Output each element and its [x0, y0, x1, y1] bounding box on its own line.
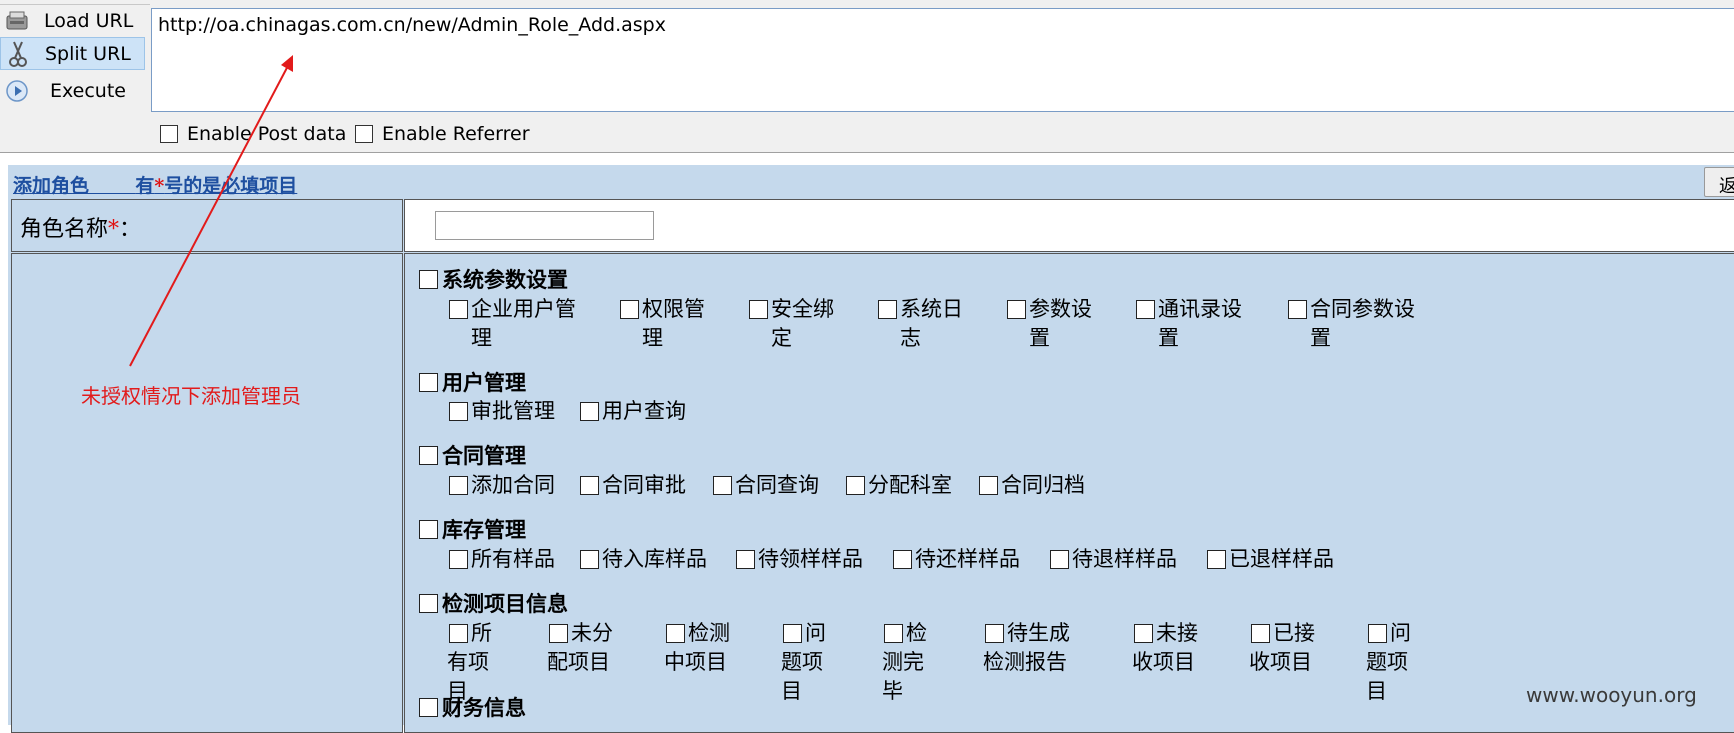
perm-group-system-params[interactable]: 系统参数设置 [419, 264, 568, 294]
group-label: 系统参数设置 [442, 267, 568, 292]
permissions-label-cell [11, 253, 403, 733]
role-add-form: 添加角色 有*号的是必填项目 返 角色名称*： 系统参数设置 企业用户管理 权限… [8, 165, 1734, 733]
group-label: 用户管理 [442, 370, 526, 395]
perm-group-test-items[interactable]: 检测项目信息 [419, 588, 568, 618]
item-checkbox[interactable] [449, 476, 468, 495]
watermark: www.wooyun.org [1526, 683, 1697, 707]
item-checkbox[interactable] [580, 476, 599, 495]
perm-item[interactable]: 合同参数设置 [1288, 295, 1438, 353]
enable-post-checkbox[interactable]: Enable Post data [160, 123, 346, 145]
item-checkbox[interactable] [580, 550, 599, 569]
role-name-cell [404, 199, 1734, 252]
perm-item[interactable]: 已退样样品 [1207, 545, 1334, 574]
checkbox-box[interactable] [160, 125, 178, 143]
play-icon [0, 76, 34, 106]
execute-button[interactable]: Execute [0, 74, 145, 107]
item-checkbox[interactable] [449, 300, 468, 319]
back-button[interactable]: 返 [1704, 167, 1734, 197]
perm-item[interactable]: 安全绑定 [749, 295, 849, 353]
group-label: 财务信息 [442, 695, 526, 720]
perm-item[interactable]: 分配科室 [846, 471, 952, 500]
item-checkbox[interactable] [749, 300, 768, 319]
role-name-label: 角色名称*： [11, 199, 403, 252]
group-label: 检测项目信息 [442, 591, 568, 616]
perm-item[interactable]: 未分配项目 [547, 619, 615, 677]
enable-referrer-label: Enable Referrer [382, 123, 530, 145]
group-checkbox[interactable] [419, 269, 438, 289]
item-checkbox[interactable] [846, 476, 865, 495]
perm-group-contract-mgmt[interactable]: 合同管理 [419, 440, 526, 470]
perm-item[interactable]: 检测完毕 [882, 619, 930, 706]
item-checkbox[interactable] [979, 476, 998, 495]
group-checkbox[interactable] [419, 445, 438, 465]
item-checkbox[interactable] [1050, 550, 1069, 569]
execute-label: Execute [50, 79, 126, 102]
url-textarea[interactable]: http://oa.chinagas.com.cn/new/Admin_Role… [151, 8, 1734, 112]
perm-item[interactable]: 企业用户管理 [449, 295, 589, 353]
item-checkbox[interactable] [1136, 300, 1155, 319]
scissors-icon [1, 39, 35, 69]
hackbar-toolbar: Load URL Split URL Execute http://oa.chi… [0, 0, 1734, 153]
perm-item[interactable]: 问题项目 [1366, 619, 1414, 706]
perm-item[interactable]: 系统日志 [878, 295, 978, 353]
item-checkbox[interactable] [1207, 550, 1226, 569]
group-checkbox[interactable] [419, 697, 438, 717]
group-checkbox[interactable] [419, 593, 438, 613]
perm-item[interactable]: 添加合同 [449, 471, 555, 500]
perm-item[interactable]: 未接收项目 [1132, 619, 1200, 677]
role-name-input[interactable] [435, 211, 654, 240]
perm-item[interactable]: 所有样品 [449, 545, 555, 574]
perm-item[interactable]: 待领样样品 [736, 545, 863, 574]
perm-item[interactable]: 合同审批 [580, 471, 686, 500]
item-checkbox[interactable] [878, 300, 897, 319]
perm-item[interactable]: 参数设置 [1007, 295, 1107, 353]
perm-item[interactable]: 审批管理 [449, 397, 555, 426]
item-checkbox[interactable] [449, 550, 468, 569]
group-label: 库存管理 [442, 517, 526, 542]
annotation-text: 未授权情况下添加管理员 [81, 384, 301, 408]
group-label: 合同管理 [442, 443, 526, 468]
item-checkbox[interactable] [1007, 300, 1026, 319]
perm-group-inventory-mgmt[interactable]: 库存管理 [419, 514, 526, 544]
required-note: 有*号的是必填项目 [135, 175, 298, 197]
perm-item[interactable]: 检测中项目 [664, 619, 732, 677]
perm-item[interactable]: 通讯录设置 [1136, 295, 1266, 353]
perm-item[interactable]: 待退样样品 [1050, 545, 1177, 574]
perm-item[interactable]: 合同归档 [979, 471, 1085, 500]
checkbox-box[interactable] [355, 125, 373, 143]
page-title[interactable]: 添加角色 [13, 175, 89, 197]
load-url-label: Load URL [44, 9, 134, 32]
item-checkbox[interactable] [620, 300, 639, 319]
item-checkbox[interactable] [893, 550, 912, 569]
item-checkbox[interactable] [713, 476, 732, 495]
load-url-button[interactable]: Load URL [0, 4, 145, 37]
perm-item[interactable]: 权限管理 [620, 295, 720, 353]
split-url-label: Split URL [45, 42, 131, 65]
group-checkbox[interactable] [419, 372, 438, 392]
perm-item[interactable]: 待还样样品 [893, 545, 1020, 574]
item-checkbox[interactable] [1288, 300, 1307, 319]
perm-item[interactable]: 用户查询 [580, 397, 686, 426]
perm-item[interactable]: 问题项目 [781, 619, 829, 706]
group-checkbox[interactable] [419, 519, 438, 539]
perm-item[interactable]: 待入库样品 [580, 545, 707, 574]
perm-item[interactable]: 待生成检测报告 [983, 619, 1079, 677]
perm-group-finance[interactable]: 财务信息 [419, 692, 526, 722]
item-checkbox[interactable] [580, 402, 599, 421]
item-checkbox[interactable] [449, 402, 468, 421]
permissions-cell: 系统参数设置 企业用户管理 权限管理 安全绑定 系统日志 参数设置 通讯录设置 … [404, 253, 1734, 733]
perm-item[interactable]: 已接收项目 [1249, 619, 1317, 677]
perm-group-user-mgmt[interactable]: 用户管理 [419, 367, 526, 397]
load-url-icon [0, 6, 34, 36]
form-title-bar: 添加角色 有*号的是必填项目 [13, 171, 297, 198]
enable-post-label: Enable Post data [187, 123, 347, 145]
perm-item[interactable]: 合同查询 [713, 471, 819, 500]
split-url-button[interactable]: Split URL [0, 37, 145, 70]
enable-referrer-checkbox[interactable]: Enable Referrer [355, 123, 530, 145]
item-checkbox[interactable] [736, 550, 755, 569]
